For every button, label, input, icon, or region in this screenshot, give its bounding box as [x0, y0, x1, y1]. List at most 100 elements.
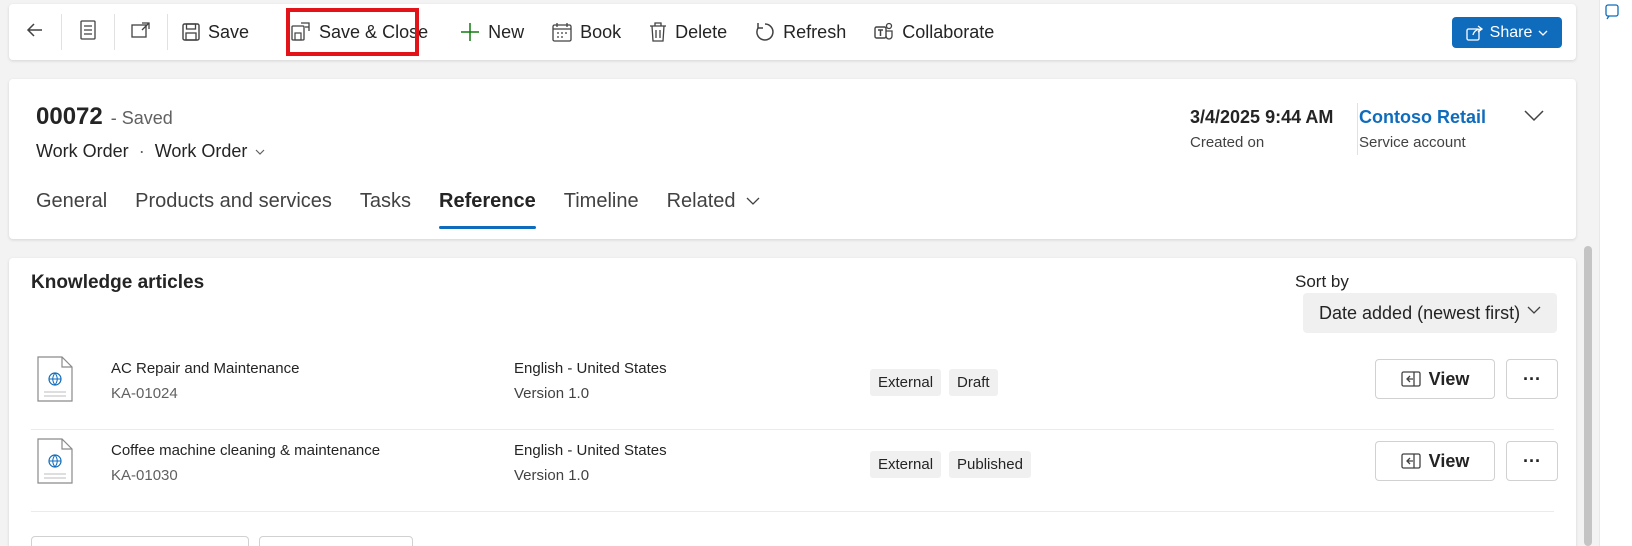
- article-title: AC Repair and Maintenance: [111, 360, 300, 377]
- tab-timeline[interactable]: Timeline: [564, 181, 639, 221]
- form-icon: [79, 19, 97, 45]
- new-label: New: [488, 21, 525, 42]
- delete-button[interactable]: Delete: [635, 4, 741, 60]
- header-expand-button[interactable]: [1524, 109, 1544, 127]
- service-account-link[interactable]: Contoso Retail: [1359, 107, 1486, 128]
- trash-icon: [649, 22, 667, 42]
- panel-open-icon: [1400, 453, 1421, 469]
- refresh-label: Refresh: [783, 21, 847, 42]
- tab-general[interactable]: General: [36, 181, 107, 221]
- tab-reference[interactable]: Reference: [439, 181, 536, 229]
- open-in-new-window-icon: [131, 21, 151, 44]
- tag-status: Draft: [949, 369, 998, 396]
- knowledge-articles-panel: Knowledge articles Sort by Date added (n…: [9, 258, 1576, 546]
- view-article-button[interactable]: View: [1375, 359, 1495, 399]
- chevron-down-icon: [1527, 306, 1541, 314]
- collaborate-label: Collaborate: [902, 21, 995, 42]
- tab-label: Related: [666, 189, 736, 212]
- tab-label: Products and services: [135, 189, 332, 212]
- book-button[interactable]: Book: [538, 4, 635, 60]
- sort-by-dropdown[interactable]: Date added (newest first): [1303, 293, 1557, 333]
- tab-label: Timeline: [563, 189, 639, 212]
- more-icon: ···: [1523, 368, 1541, 389]
- panel-open-icon: [1400, 371, 1421, 387]
- tab-label: General: [36, 189, 108, 212]
- header-divider: [1357, 103, 1358, 155]
- form-switcher[interactable]: Work Order: [155, 141, 266, 162]
- share-label: Share: [1489, 23, 1533, 41]
- entity-name: Work Order: [36, 141, 129, 161]
- view-label: View: [1428, 368, 1470, 389]
- service-account-label: Service account: [1359, 134, 1466, 151]
- tag-external: External: [870, 369, 942, 396]
- knowledge-article-row[interactable]: AC Repair and Maintenance KA-01024 Engli…: [31, 344, 1558, 430]
- scrollbar-thumb[interactable]: [1584, 246, 1592, 546]
- article-language: English - United States: [514, 360, 667, 377]
- service-account-field: Contoso Retail Service account: [1359, 107, 1486, 151]
- form-name: Work Order: [154, 141, 248, 161]
- save-button[interactable]: Save: [168, 4, 263, 60]
- chevron-down-icon: [746, 197, 760, 205]
- tab-products-and-services[interactable]: Products and services: [135, 181, 332, 221]
- created-on-label: Created on: [1190, 134, 1265, 151]
- chevron-down-icon: [255, 149, 265, 155]
- web-document-icon: [37, 356, 73, 407]
- save-icon: [182, 23, 200, 41]
- more-options-button[interactable]: ···: [1506, 359, 1558, 399]
- tab-label: Tasks: [359, 189, 412, 212]
- share-button[interactable]: Share: [1452, 17, 1562, 48]
- pagination-control[interactable]: [31, 536, 249, 546]
- article-number: KA-01030: [111, 467, 178, 484]
- refresh-button[interactable]: Refresh: [741, 4, 860, 60]
- pagination-control[interactable]: [259, 536, 413, 546]
- article-version: Version 1.0: [514, 467, 590, 484]
- more-options-button[interactable]: ···: [1506, 441, 1558, 481]
- record-header: 00072 - Saved Work Order · Work Order 3/…: [9, 79, 1576, 239]
- teams-icon: [874, 22, 894, 42]
- knowledge-articles-title: Knowledge articles: [31, 272, 205, 293]
- article-version: Version 1.0: [514, 385, 590, 402]
- tab-list: General Products and services Tasks Refe…: [36, 181, 788, 229]
- share-icon: [1465, 24, 1484, 41]
- book-label: Book: [580, 21, 622, 42]
- created-on-field: 3/4/2025 9:44 AM Created on: [1190, 107, 1333, 151]
- copilot-icon[interactable]: [1605, 4, 1621, 20]
- tab-related[interactable]: Related: [667, 181, 760, 221]
- new-button[interactable]: New: [446, 4, 538, 60]
- created-on-value: 3/4/2025 9:44 AM: [1190, 107, 1334, 127]
- sort-by-label: Sort by: [1295, 272, 1349, 291]
- arrow-left-icon: [25, 20, 45, 45]
- tab-tasks[interactable]: Tasks: [360, 181, 411, 221]
- collaborate-button[interactable]: Collaborate: [860, 4, 1008, 60]
- knowledge-article-row[interactable]: Coffee machine cleaning & maintenance KA…: [31, 426, 1558, 512]
- chevron-down-icon: [1538, 30, 1548, 36]
- article-language: English - United States: [514, 442, 667, 459]
- command-bar: Save Save & Close New Book Delete Refres…: [9, 4, 1576, 60]
- record-title: 00072 - Saved: [36, 103, 173, 131]
- record-id: 00072: [36, 103, 103, 130]
- view-label: View: [1428, 450, 1470, 471]
- record-entity-line: Work Order · Work Order: [36, 141, 265, 162]
- form-selector-button[interactable]: [62, 4, 114, 60]
- back-button[interactable]: [9, 4, 61, 60]
- more-icon: ···: [1523, 450, 1541, 471]
- article-title: Coffee machine cleaning & maintenance: [111, 442, 381, 459]
- save-label: Save: [208, 21, 250, 42]
- sort-by-value: Date added (newest first): [1319, 302, 1521, 323]
- article-tags: External Published: [870, 451, 1039, 478]
- plus-icon: [460, 22, 480, 42]
- web-document-icon: [37, 438, 73, 489]
- article-number: KA-01024: [111, 385, 178, 402]
- chevron-down-icon: [1524, 109, 1544, 127]
- entity-separator: ·: [138, 141, 145, 161]
- tag-external: External: [870, 451, 942, 478]
- calendar-icon: [552, 22, 572, 42]
- tag-status: Published: [949, 451, 1031, 478]
- article-tags: External Draft: [870, 369, 1006, 396]
- side-pane: [1599, 0, 1632, 546]
- delete-label: Delete: [675, 21, 728, 42]
- save-and-close-button[interactable]: Save & Close: [277, 4, 442, 60]
- view-article-button[interactable]: View: [1375, 441, 1495, 481]
- refresh-icon: [755, 22, 775, 42]
- open-new-window-button[interactable]: [115, 4, 167, 60]
